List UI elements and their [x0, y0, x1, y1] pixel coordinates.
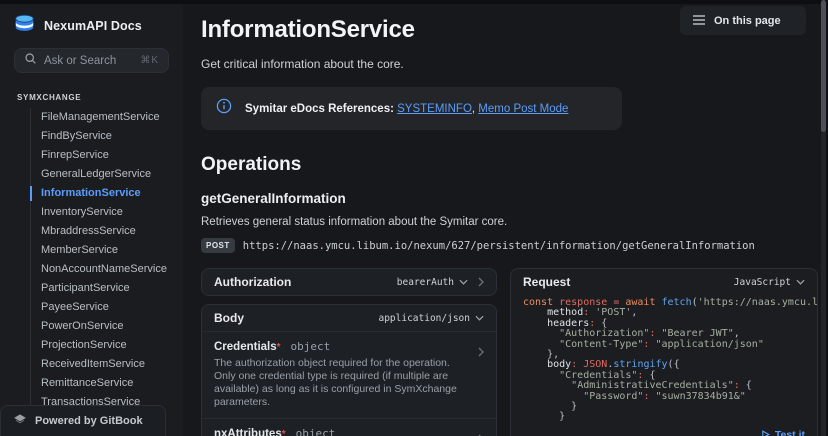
edocs-callout: Symitar eDocs References: SYSTEMINFO, Me… — [201, 87, 622, 130]
field-credentials-row[interactable]: Credentials* object — [214, 340, 484, 353]
code-line-4: "Content-Type": "application/json" — [523, 340, 805, 350]
example-column: Request JavaScript const response = awai… — [510, 268, 818, 436]
field-nxattributes-row[interactable]: nxAttributes* object — [214, 427, 484, 436]
endpoint-url: https://naas.ymcu.libum.io/nexum/627/per… — [243, 240, 755, 252]
callout-label: Symitar eDocs References: — [245, 103, 394, 115]
sidebar-item-payeeservice[interactable]: PayeeService — [31, 298, 183, 317]
chevron-down-icon — [796, 279, 805, 285]
required-marker: * — [277, 342, 281, 353]
authorization-panel: Authorization bearerAuth — [201, 268, 497, 296]
sidebar-item-memberservice[interactable]: MemberService — [31, 241, 183, 260]
test-it-button[interactable]: Test it — [761, 429, 805, 436]
main-content: InformationService Get critical informat… — [183, 4, 820, 436]
page-subtitle: Get critical information about the core. — [201, 57, 820, 71]
field-credentials-description: The authorization object required for th… — [214, 357, 484, 409]
required-marker: * — [282, 429, 286, 436]
sidebar-item-nonaccountnameservice[interactable]: NonAccountNameService — [31, 260, 183, 279]
field-nxattributes: nxAttributes* object The custom object f… — [202, 419, 496, 436]
on-this-page-button[interactable]: On this page — [680, 6, 806, 35]
gitbook-logo-icon — [13, 412, 27, 430]
language-dropdown[interactable]: JavaScript — [734, 277, 805, 288]
request-title: Request — [523, 275, 726, 289]
app-window: NexumAPI Docs ⌘K SYMXCHANGE FileManageme… — [0, 0, 828, 436]
field-credentials: Credentials* object The authorization ob… — [202, 332, 496, 418]
logo-row[interactable]: NexumAPI Docs — [0, 4, 183, 37]
scrollbar-thumb[interactable] — [821, 0, 826, 132]
powered-by-label: Powered by GitBook — [35, 415, 143, 427]
search-icon — [24, 52, 37, 70]
field-nxattributes-expand-chevron[interactable] — [478, 431, 484, 436]
operation-name: getGeneralInformation — [201, 191, 820, 206]
info-icon — [216, 98, 232, 119]
auth-scheme-dropdown[interactable]: bearerAuth — [397, 277, 468, 288]
chevron-down-icon — [475, 315, 484, 321]
sidebar-item-filemanagementservice[interactable]: FileManagementService — [31, 108, 183, 127]
http-method-badge: POST — [201, 238, 235, 253]
field-credentials-expand-chevron[interactable] — [478, 344, 484, 362]
callout-text: Symitar eDocs References: SYSTEMINFO, Me… — [245, 103, 568, 115]
database-logo-icon — [14, 14, 35, 37]
search-input[interactable] — [44, 55, 133, 67]
request-code: const response = await fetch('https://na… — [511, 295, 817, 425]
sidebar-item-finrepservice[interactable]: FinrepService — [31, 146, 183, 165]
link-memo-post-mode[interactable]: Memo Post Mode — [478, 103, 568, 115]
body-title: Body — [214, 311, 370, 325]
request-panel: Request JavaScript const response = awai… — [510, 268, 818, 436]
sidebar-item-receiveditemservice[interactable]: ReceivedItemService — [31, 355, 183, 374]
operation-description: Retrieves general status information abo… — [201, 216, 820, 228]
operations-heading: Operations — [201, 154, 820, 176]
sidebar: NexumAPI Docs ⌘K SYMXCHANGE FileManageme… — [0, 4, 183, 436]
link-systeminfo[interactable]: SYSTEMINFO — [397, 103, 472, 115]
sidebar-item-generalledgerservice[interactable]: GeneralLedgerService — [31, 165, 183, 184]
sidebar-item-findbyservice[interactable]: FindByService — [31, 127, 183, 146]
on-this-page-label: On this page — [714, 15, 781, 27]
endpoint-row: POST https://naas.ymcu.libum.io/nexum/62… — [201, 238, 820, 253]
chevron-down-icon — [459, 279, 468, 285]
content-type-dropdown[interactable]: application/json — [378, 313, 484, 324]
search-bar[interactable]: ⌘K — [14, 48, 169, 73]
chevron-right-icon — [478, 347, 484, 357]
sidebar-nav: FileManagementServiceFindByServiceFinrep… — [30, 108, 183, 431]
sidebar-item-remittanceservice[interactable]: RemittanceService — [31, 374, 183, 393]
authorization-title: Authorization — [214, 275, 389, 289]
code-line-10: } — [523, 402, 805, 412]
spec-column: Authorization bearerAuth Body — [201, 268, 497, 436]
powered-by-gitbook[interactable]: Powered by GitBook — [0, 405, 166, 436]
sidebar-item-participantservice[interactable]: ParticipantService — [31, 279, 183, 298]
sidebar-item-mbraddressservice[interactable]: MbraddressService — [31, 222, 183, 241]
sidebar-item-inventoryservice[interactable]: InventoryService — [31, 203, 183, 222]
field-nxattributes-type: object — [296, 427, 336, 436]
authorization-expand-chevron[interactable] — [478, 277, 484, 287]
app-title: NexumAPI Docs — [44, 19, 142, 33]
chevron-right-icon — [478, 277, 484, 287]
code-line-11: } — [523, 412, 805, 422]
play-icon — [761, 430, 770, 436]
sidebar-section-label: SYMXCHANGE — [17, 93, 183, 102]
list-icon — [693, 12, 705, 30]
body-panel: Body application/json Credentials* objec… — [201, 304, 497, 436]
search-shortcut: ⌘K — [140, 55, 159, 66]
sidebar-item-informationservice[interactable]: InformationService — [31, 184, 183, 203]
sidebar-item-poweronservice[interactable]: PowerOnService — [31, 317, 183, 336]
sidebar-item-projectionservice[interactable]: ProjectionService — [31, 336, 183, 355]
field-credentials-type: object — [291, 340, 331, 353]
